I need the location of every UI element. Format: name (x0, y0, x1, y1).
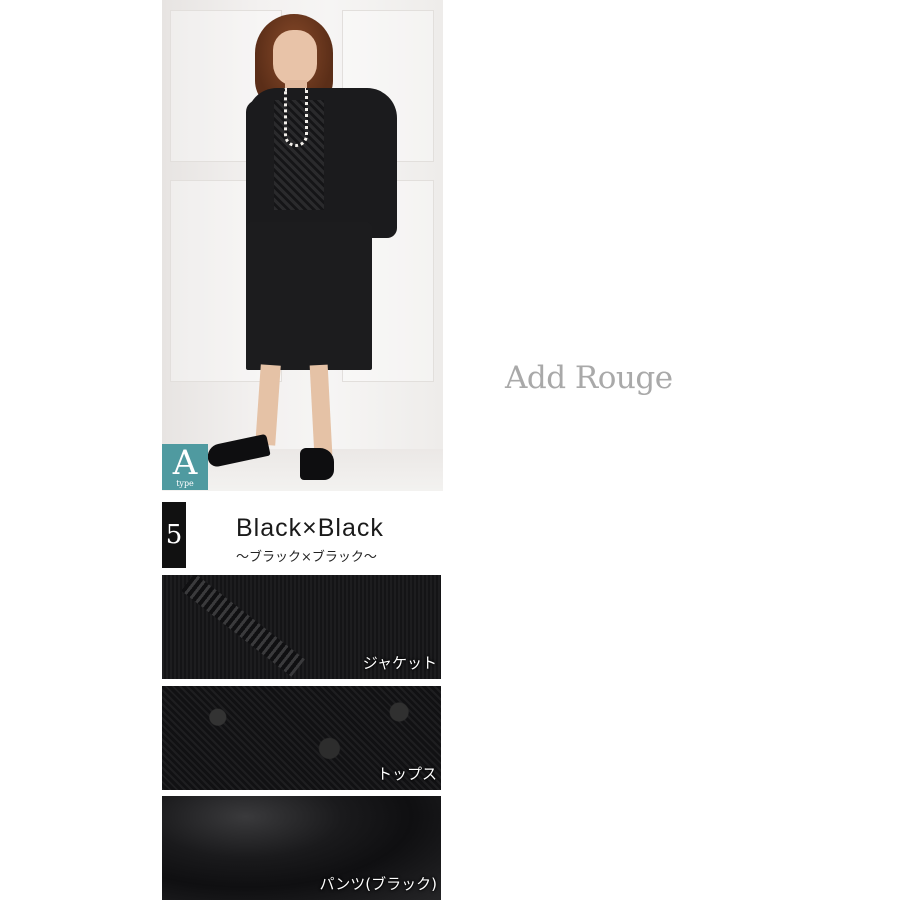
type-badge-letter: A (172, 443, 198, 483)
fabric-swatch-tops: トップス (162, 686, 441, 790)
model-photo (162, 0, 443, 491)
model-pants (246, 222, 372, 370)
pearl-necklace (284, 88, 308, 147)
model-shoe-right (300, 448, 334, 480)
fabric-swatch-jacket: ジャケット (162, 575, 441, 679)
color-name: Black×Black (236, 514, 384, 542)
lace-trim (181, 575, 305, 677)
type-badge-sub: type (176, 479, 194, 488)
swatch-label: ジャケット (362, 654, 437, 672)
swatch-label: トップス (376, 765, 437, 783)
model-leg-left (255, 364, 281, 446)
type-badge: A type (162, 444, 208, 490)
fabric-swatch-pants: パンツ(ブラック) (162, 796, 441, 900)
model-leg-right (309, 364, 333, 456)
color-sub-name: 〜ブラック×ブラック〜 (236, 550, 377, 565)
brand-logo: Add Rouge (505, 360, 673, 396)
model-face (273, 30, 317, 86)
color-number-badge: 5 (162, 502, 186, 568)
swatch-label: パンツ(ブラック) (319, 875, 437, 893)
